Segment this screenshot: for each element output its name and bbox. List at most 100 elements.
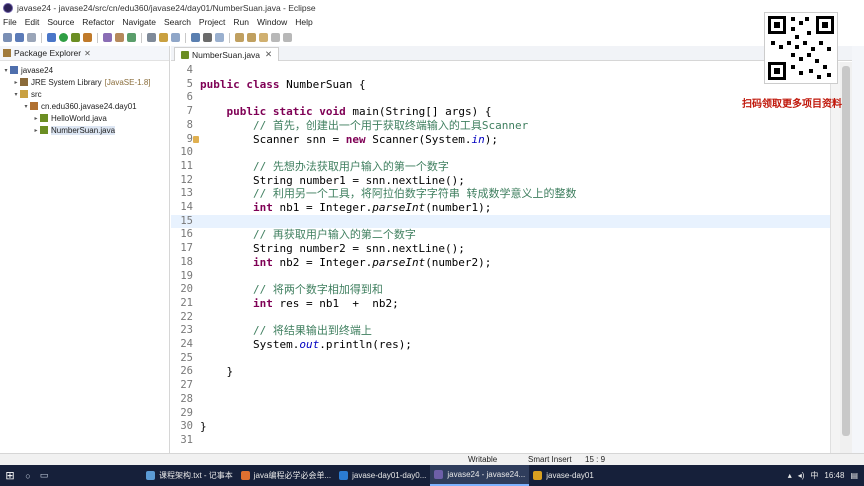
- task-icon[interactable]: [171, 33, 180, 42]
- back-icon[interactable]: [271, 33, 280, 42]
- expand-toggle-icon[interactable]: ▾: [22, 103, 30, 110]
- code-line[interactable]: 22: [171, 311, 830, 325]
- menu-file[interactable]: File: [3, 17, 17, 27]
- code-line[interactable]: 23 // 将结果输出到终端上: [171, 324, 830, 338]
- code-line[interactable]: 30}: [171, 420, 830, 434]
- code-line[interactable]: 6: [171, 91, 830, 105]
- forward-icon[interactable]: [283, 33, 292, 42]
- task-view-icon[interactable]: ▭: [36, 465, 52, 486]
- menu-run[interactable]: Run: [233, 17, 249, 27]
- close-tab-icon[interactable]: ✕: [265, 49, 272, 60]
- code-line[interactable]: 10: [171, 146, 830, 160]
- code-text: // 利用另一个工具，将阿拉伯数字字符串 转成数学意义上的整数: [252, 187, 577, 201]
- code-line[interactable]: 29: [171, 407, 830, 421]
- expand-toggle-icon[interactable]: ▸: [32, 127, 40, 134]
- code-line[interactable]: 27: [171, 379, 830, 393]
- menu-help[interactable]: Help: [295, 17, 312, 27]
- code-line[interactable]: 8 // 首先，创建出一个用于获取终端输入的工具Scanner: [171, 119, 830, 133]
- block-selection-icon[interactable]: [215, 33, 224, 42]
- code-line[interactable]: 18 int nb2 = Integer.parseInt(number2);: [171, 256, 830, 270]
- qr-code-image: [764, 12, 838, 84]
- new-package-icon[interactable]: [115, 33, 124, 42]
- taskbar-app[interactable]: 课程架构.txt - 记事本: [142, 465, 237, 486]
- tree-item-decoration: [JavaSE-1.8]: [104, 77, 151, 87]
- tree-item[interactable]: ▸ JRE System Library [JavaSE-1.8]: [0, 76, 170, 88]
- warning-marker-icon[interactable]: [193, 135, 199, 143]
- taskbar-app-label: javase24 - javase24...: [447, 470, 526, 479]
- scrollbar-thumb[interactable]: [842, 66, 850, 436]
- code-line[interactable]: 5 public class NumberSuan {: [171, 78, 830, 92]
- code-line[interactable]: 12 String number1 = snn.nextLine();: [171, 174, 830, 188]
- menu-window[interactable]: Window: [257, 17, 287, 27]
- code-editor[interactable]: 4 5 public class NumberSuan {6 7 public sta…: [171, 62, 830, 453]
- search-icon[interactable]: ○: [20, 465, 36, 486]
- external-tools-icon[interactable]: [83, 33, 92, 42]
- code-line[interactable]: 31: [171, 434, 830, 448]
- code-text: }: [200, 365, 234, 379]
- menu-refactor[interactable]: Refactor: [82, 17, 114, 27]
- save-all-icon[interactable]: [27, 33, 36, 42]
- editor-vertical-scrollbar[interactable]: [840, 62, 852, 453]
- code-line[interactable]: 26 }: [171, 365, 830, 379]
- code-line[interactable]: 25: [171, 352, 830, 366]
- code-line[interactable]: 14 int nb1 = Integer.parseInt(number1);: [171, 201, 830, 215]
- code-line[interactable]: 9 Scanner snn = new Scanner(System.in);: [171, 133, 830, 147]
- tree-item[interactable]: ▾ src: [0, 88, 170, 100]
- menu-project[interactable]: Project: [199, 17, 225, 27]
- code-line[interactable]: 21 int res = nb1 + nb2;: [171, 297, 830, 311]
- notification-icon[interactable]: ▤: [850, 471, 858, 480]
- code-line[interactable]: 28: [171, 393, 830, 407]
- save-icon[interactable]: [15, 33, 24, 42]
- taskbar-app[interactable]: javase-day01: [529, 465, 598, 486]
- tab-numbersuan-java[interactable]: NumberSuan.java ✕: [174, 47, 280, 61]
- network-icon[interactable]: ▴: [788, 471, 792, 480]
- code-line[interactable]: 17 String number2 = snn.nextLine();: [171, 242, 830, 256]
- search-icon[interactable]: [159, 33, 168, 42]
- menu-edit[interactable]: Edit: [25, 17, 40, 27]
- expand-toggle-icon[interactable]: ▸: [12, 79, 20, 86]
- code-line[interactable]: 20 // 将两个数字相加得到和: [171, 283, 830, 297]
- windows-start-icon[interactable]: ⊞: [0, 465, 20, 486]
- taskbar-app[interactable]: java编程必学必会单...: [237, 465, 335, 486]
- code-text: }: [200, 420, 207, 434]
- input-method-indicator[interactable]: 中: [810, 470, 818, 481]
- tree-item[interactable]: ▾ javase24: [0, 64, 170, 76]
- debug-icon[interactable]: [47, 33, 56, 42]
- toggle-mark-icon[interactable]: [191, 33, 200, 42]
- menu-search[interactable]: Search: [164, 17, 191, 27]
- show-whitespace-icon[interactable]: [203, 33, 212, 42]
- expand-toggle-icon[interactable]: ▸: [32, 115, 40, 122]
- tree-item[interactable]: ▸ HelloWorld.java: [0, 112, 170, 124]
- menu-source[interactable]: Source: [47, 17, 74, 27]
- new-java-project-icon[interactable]: [103, 33, 112, 42]
- code-line[interactable]: 19: [171, 270, 830, 284]
- code-line[interactable]: 13 // 利用另一个工具，将阿拉伯数字字符串 转成数学意义上的整数: [171, 187, 830, 201]
- last-edit-icon[interactable]: [259, 33, 268, 42]
- menu-navigate[interactable]: Navigate: [122, 17, 156, 27]
- run-icon[interactable]: [59, 33, 68, 42]
- code-line[interactable]: 11 // 先想办法获取用户输入的第一个数字: [171, 160, 830, 174]
- line-number: 28: [180, 392, 193, 405]
- new-icon[interactable]: [3, 33, 12, 42]
- close-icon[interactable]: ✕: [84, 49, 91, 58]
- coverage-icon[interactable]: [71, 33, 80, 42]
- code-line[interactable]: 15: [171, 214, 830, 229]
- volume-icon[interactable]: ◂): [798, 471, 805, 480]
- clock[interactable]: 16:48: [824, 471, 844, 480]
- open-type-icon[interactable]: [147, 33, 156, 42]
- qr-code-graphic: [768, 16, 834, 80]
- code-line[interactable]: 24 System.out.println(res);: [171, 338, 830, 352]
- expand-toggle-icon[interactable]: ▾: [12, 91, 20, 98]
- tree-item[interactable]: ▸ NumberSuan.java: [0, 124, 170, 136]
- code-line[interactable]: 4: [171, 64, 830, 78]
- code-line[interactable]: 16 // 再获取用户输入的第二个数字: [171, 228, 830, 242]
- previous-annotation-icon[interactable]: [247, 33, 256, 42]
- expand-toggle-icon[interactable]: ▾: [2, 67, 10, 74]
- code-line[interactable]: 7 public static void main(String[] args)…: [171, 105, 830, 119]
- tree-item[interactable]: ▾ cn.edu360.javase24.day01: [0, 100, 170, 112]
- package-explorer-title[interactable]: Package Explorer: [14, 48, 81, 58]
- taskbar-app[interactable]: javase24 - javase24...: [430, 465, 530, 486]
- next-annotation-icon[interactable]: [235, 33, 244, 42]
- new-class-icon[interactable]: [127, 33, 136, 42]
- taskbar-app[interactable]: javase-day01-day0...: [335, 465, 430, 486]
